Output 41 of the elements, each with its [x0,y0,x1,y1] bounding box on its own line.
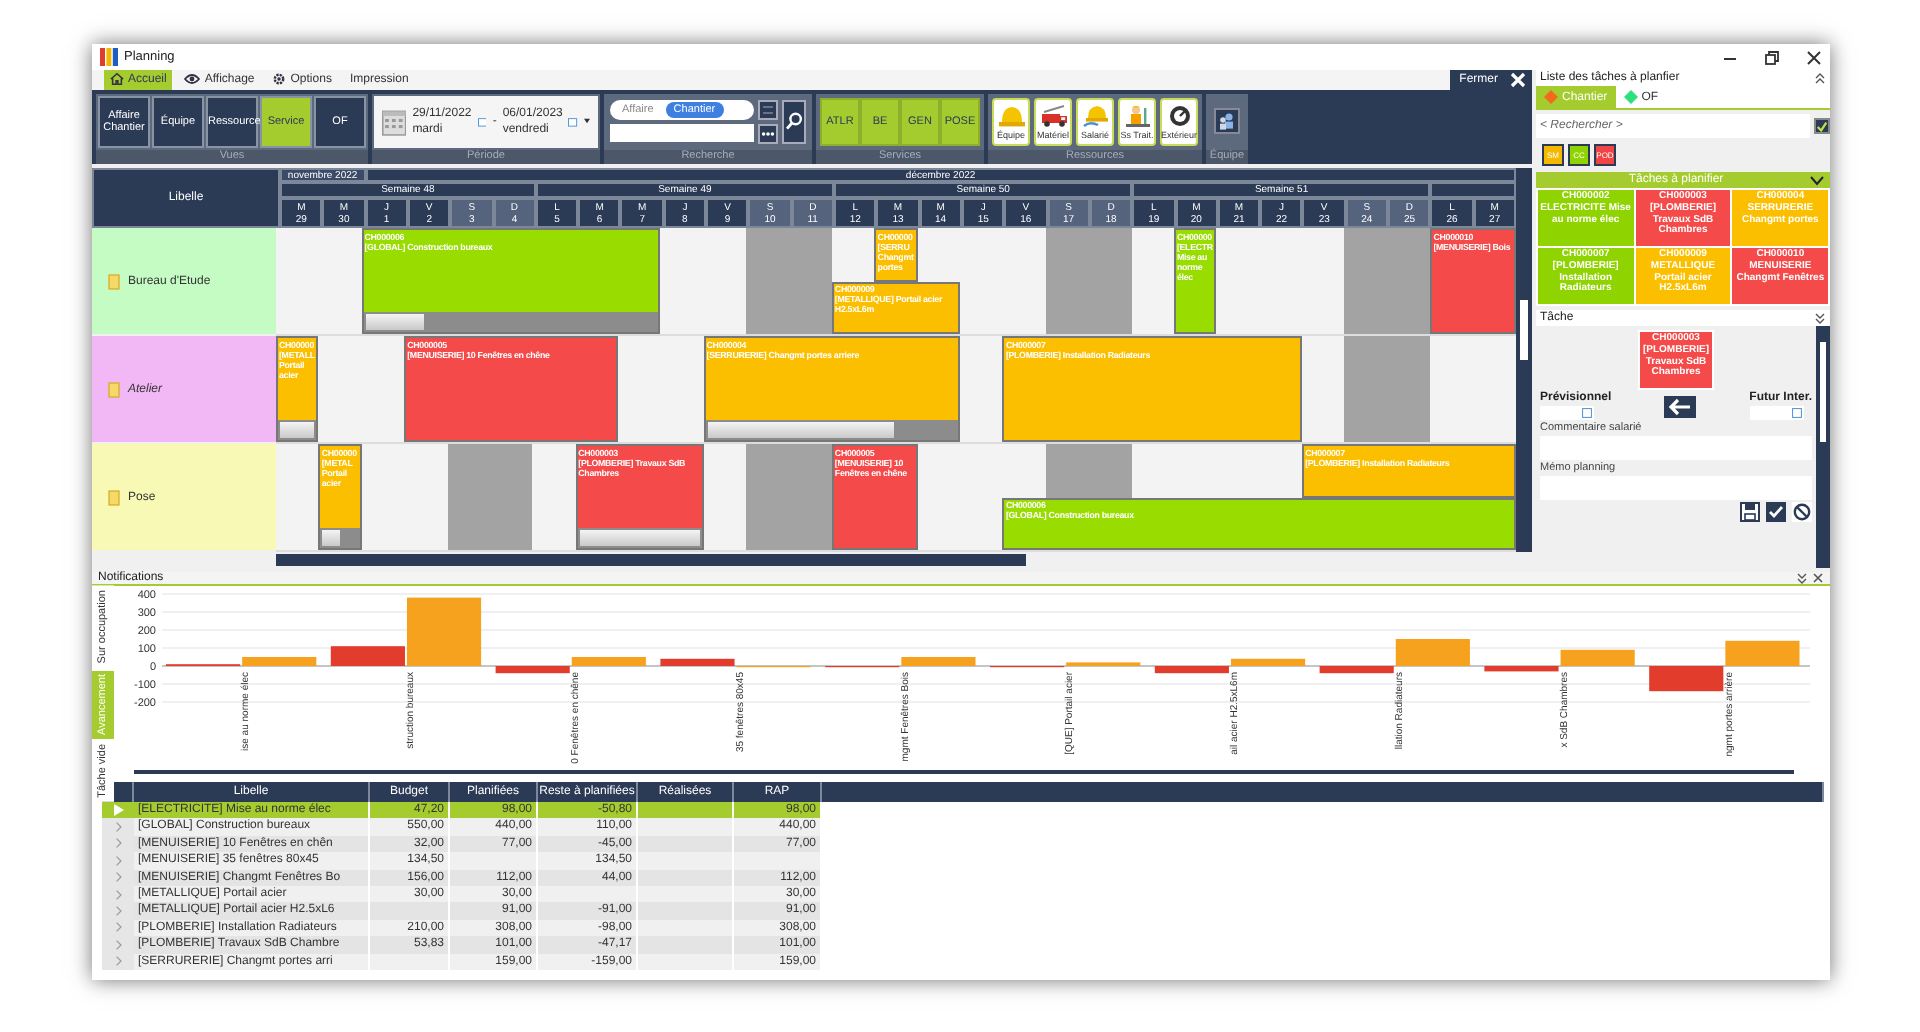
collapse-icon[interactable] [1814,72,1826,84]
search-field[interactable] [610,124,754,143]
more-icon[interactable] [758,123,778,144]
hard-hat-icon [997,103,1025,128]
check-icon[interactable] [1766,502,1786,522]
door-icon [108,489,120,505]
caret-icon[interactable] [583,118,590,125]
hard-hat-icon [1081,103,1109,128]
eye-icon [184,72,201,87]
collapse-icon[interactable] [1814,312,1826,324]
settings-icon [272,72,287,87]
date-field[interactable] [1540,406,1594,420]
calendar-icon[interactable] [477,115,487,128]
door-icon [108,273,120,289]
search-icon[interactable] [782,99,806,144]
list-icon[interactable] [758,99,778,120]
collapse-icon[interactable] [1796,572,1808,584]
gauge-icon [1165,103,1193,128]
door-icon [108,381,120,397]
close-icon[interactable] [1812,572,1824,584]
chevron-icon [1810,175,1824,185]
check-icon [1816,119,1828,133]
date-field[interactable] [1749,406,1804,420]
scrollbar[interactable] [276,554,1026,566]
memo-field[interactable] [1540,476,1812,500]
checkbox[interactable] [1814,118,1830,134]
header-cell [1430,182,1516,198]
calendar-icon[interactable] [1791,408,1802,418]
app-logo-icon [100,48,118,66]
cancel-icon[interactable] [1792,502,1812,522]
row-pointer-icon [113,804,123,817]
close-icon[interactable] [1806,49,1822,65]
scrollbar[interactable] [1816,326,1830,568]
home-icon [110,72,124,87]
fire-truck-icon [1039,103,1067,128]
team-icon[interactable] [1214,108,1240,135]
restore-icon[interactable] [1764,49,1780,65]
save-icon[interactable] [1740,502,1760,522]
calendar-icon[interactable] [1582,408,1592,418]
worker-icon [1123,103,1151,128]
arrow-left-icon[interactable] [1664,395,1697,417]
